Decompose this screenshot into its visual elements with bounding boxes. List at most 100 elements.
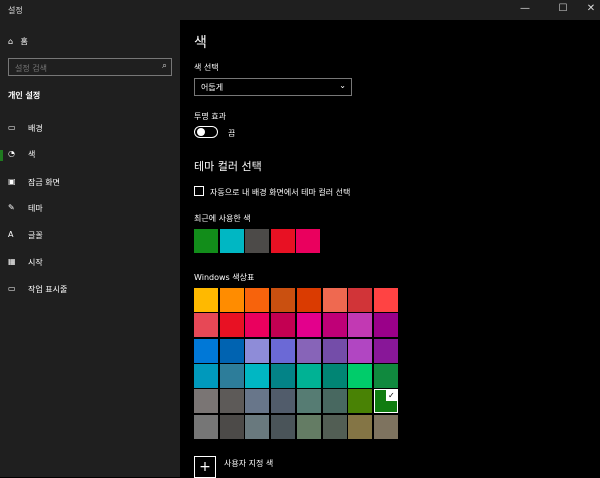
palette-color-swatch[interactable] <box>271 313 296 338</box>
palette-color-swatch[interactable] <box>219 414 244 439</box>
palette-color-swatch[interactable] <box>348 288 373 312</box>
palette-color-swatch[interactable] <box>271 288 296 312</box>
start-icon: ▦ <box>8 257 16 266</box>
page-title: 색 <box>194 35 207 51</box>
palette-color-swatch[interactable] <box>322 338 347 363</box>
palette-color-swatch[interactable] <box>373 288 398 312</box>
sidebar-item-label: 테마 <box>28 204 43 213</box>
sidebar-item-label: 시작 <box>28 258 43 267</box>
palette-color-swatch[interactable] <box>296 389 321 414</box>
transparency-toggle[interactable] <box>194 126 218 138</box>
palette-color-swatch[interactable] <box>219 313 244 338</box>
sidebar-item-taskbar[interactable]: ▭ 작업 표시줄 <box>0 281 180 301</box>
palette-color-swatch[interactable] <box>271 414 296 439</box>
sidebar: ⌂ 홈 ⌕ 개인 설정 ▭ 배경 ◔ 색 ▣ 잠금 화면 ✎ 테마 A 글꼴 ▦… <box>0 20 180 477</box>
palette-color-swatch[interactable] <box>348 338 373 363</box>
palette-color-swatch[interactable] <box>296 363 321 388</box>
palette-color-swatch[interactable] <box>322 313 347 338</box>
recent-color-swatch[interactable] <box>296 229 320 253</box>
sidebar-item-color[interactable]: ◔ 색 <box>0 146 180 166</box>
home-link[interactable]: ⌂ 홈 <box>8 36 28 47</box>
palette-color-swatch[interactable] <box>348 414 373 439</box>
choose-color-value: 어둡게 <box>201 83 224 92</box>
palette-color-swatch[interactable] <box>245 363 270 388</box>
palette-color-swatch[interactable] <box>296 338 321 363</box>
palette-color-swatch[interactable] <box>322 363 347 388</box>
sidebar-item-start[interactable]: ▦ 시작 <box>0 254 180 274</box>
lock-screen-icon: ▣ <box>8 177 16 186</box>
palette-color-swatch[interactable] <box>194 363 218 388</box>
home-label: 홈 <box>20 37 28 46</box>
palette-color-swatch[interactable] <box>271 363 296 388</box>
palette-color-swatch[interactable] <box>373 414 398 439</box>
palette-color-swatch[interactable] <box>245 338 270 363</box>
sidebar-item-background[interactable]: ▭ 배경 <box>0 120 180 140</box>
palette-color-swatch[interactable] <box>322 288 347 312</box>
sidebar-item-font[interactable]: A 글꼴 <box>0 227 180 247</box>
window-title: 설정 <box>8 6 23 15</box>
accent-heading: 테마 컬러 선택 <box>194 160 262 173</box>
maximize-button[interactable]: ☐ <box>548 0 578 20</box>
palette-color-swatch[interactable] <box>245 288 270 312</box>
search-box[interactable]: ⌕ <box>8 58 172 76</box>
choose-color-label: 색 선택 <box>194 63 219 72</box>
sidebar-item-label: 배경 <box>28 124 43 133</box>
search-input[interactable] <box>13 60 157 76</box>
palette-color-swatch[interactable] <box>194 288 218 312</box>
minimize-button[interactable]: — <box>510 0 540 20</box>
palette-color-swatch[interactable] <box>322 414 347 439</box>
recent-colors-label: 최근에 사용한 색 <box>194 214 251 223</box>
recent-color-swatch[interactable] <box>194 229 218 253</box>
palette-color-swatch[interactable] <box>296 414 321 439</box>
palette-color-swatch[interactable]: ✓ <box>373 389 398 414</box>
sidebar-item-label: 색 <box>28 150 36 159</box>
palette-color-swatch[interactable] <box>348 363 373 388</box>
font-icon: A <box>8 230 14 239</box>
palette-label: Windows 색상표 <box>194 273 255 282</box>
palette-color-swatch[interactable] <box>245 313 270 338</box>
recent-color-swatch[interactable] <box>245 229 269 253</box>
palette-color-swatch[interactable] <box>219 288 244 312</box>
palette-color-swatch[interactable] <box>271 389 296 414</box>
palette-color-swatch[interactable] <box>194 313 218 338</box>
palette-color-swatch[interactable] <box>194 389 218 414</box>
palette-color-swatch[interactable] <box>245 389 270 414</box>
palette-color-swatch[interactable] <box>373 363 398 388</box>
search-icon[interactable]: ⌕ <box>162 61 167 71</box>
palette-color-swatch[interactable] <box>219 338 244 363</box>
custom-color-button[interactable]: + <box>194 456 216 478</box>
check-icon: ✓ <box>385 390 397 402</box>
auto-accent-checkbox[interactable] <box>194 186 204 196</box>
sidebar-item-theme[interactable]: ✎ 테마 <box>0 200 180 220</box>
palette-color-swatch[interactable] <box>373 313 398 338</box>
palette-color-swatch[interactable] <box>322 389 347 414</box>
palette-color-swatch[interactable] <box>219 363 244 388</box>
theme-icon: ✎ <box>8 203 15 212</box>
home-icon: ⌂ <box>8 37 14 46</box>
palette-color-swatch[interactable] <box>194 338 218 363</box>
palette-color-swatch[interactable] <box>245 414 270 439</box>
palette-color-swatch[interactable] <box>296 313 321 338</box>
palette-color-swatch[interactable] <box>271 338 296 363</box>
sidebar-item-label: 작업 표시줄 <box>28 285 68 294</box>
custom-color-label: 사용자 지정 색 <box>224 459 274 468</box>
sidebar-item-lock-screen[interactable]: ▣ 잠금 화면 <box>0 174 180 194</box>
section-title: 개인 설정 <box>8 91 41 100</box>
chevron-down-icon: ⌄ <box>339 81 346 90</box>
auto-accent-checkbox-label: 자동으로 내 배경 화면에서 테마 컬러 선택 <box>210 188 351 197</box>
main-content: 색 색 선택 어둡게 ⌄ 투명 효과 끔 테마 컬러 선택 자동으로 내 배경 … <box>180 20 600 478</box>
palette-color-swatch[interactable] <box>296 288 321 312</box>
palette-color-swatch[interactable] <box>348 313 373 338</box>
palette-color-swatch[interactable] <box>219 389 244 414</box>
title-bar: 설정 — ☐ ✕ <box>0 0 600 20</box>
image-icon: ▭ <box>8 123 16 132</box>
recent-color-swatch[interactable] <box>219 229 244 253</box>
palette-color-swatch[interactable] <box>348 389 373 414</box>
palette-color-swatch[interactable] <box>373 338 398 363</box>
transparency-label: 투명 효과 <box>194 112 226 121</box>
sidebar-item-label: 잠금 화면 <box>28 178 60 187</box>
palette-color-swatch[interactable] <box>194 414 218 439</box>
close-button[interactable]: ✕ <box>576 0 600 20</box>
recent-color-swatch[interactable] <box>270 229 295 253</box>
choose-color-dropdown[interactable]: 어둡게 ⌄ <box>194 78 352 96</box>
